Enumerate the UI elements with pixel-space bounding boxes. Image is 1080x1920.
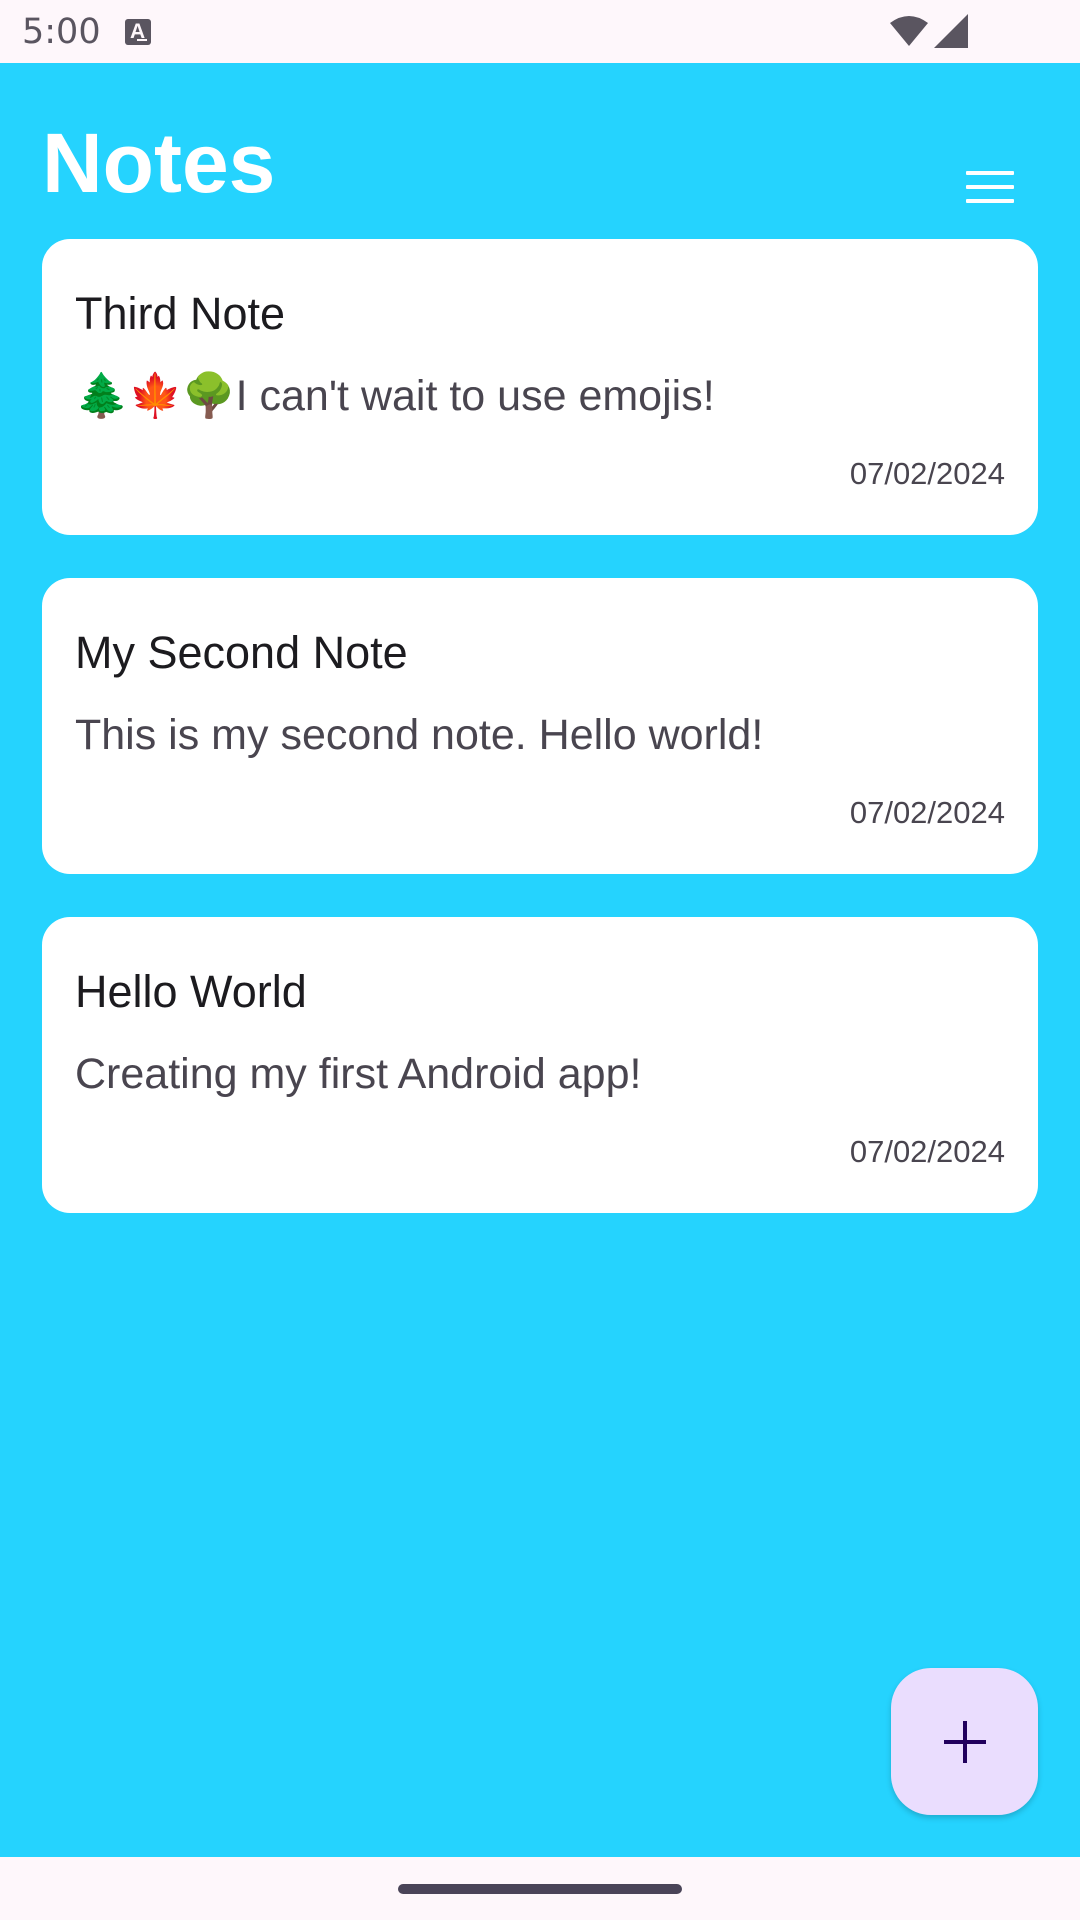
status-time: 5:00: [22, 11, 101, 52]
cell-signal-icon: [934, 14, 968, 48]
note-date: 07/02/2024: [849, 456, 1005, 491]
add-note-button[interactable]: [891, 1668, 1038, 1815]
navigation-bar: [0, 1857, 1080, 1920]
notes-screen: Notes Third Note 🌲🍁🌳I can't wait to use …: [0, 63, 1080, 1857]
plus-icon: [943, 1720, 986, 1763]
note-date: 07/02/2024: [849, 795, 1005, 830]
note-card[interactable]: Hello World Creating my first Android ap…: [42, 917, 1038, 1213]
status-icons: [890, 14, 968, 48]
home-gesture-handle[interactable]: [398, 1884, 682, 1894]
keyboard-a-icon: A: [124, 18, 151, 45]
note-date: 07/02/2024: [849, 1134, 1005, 1169]
note-body: 🌲🍁🌳I can't wait to use emojis!: [75, 372, 715, 420]
note-title: My Second Note: [75, 627, 408, 678]
page-title: Notes: [42, 116, 276, 210]
note-card[interactable]: My Second Note This is my second note. H…: [42, 578, 1038, 874]
app-bar: Notes: [0, 63, 1080, 233]
wifi-icon: [890, 16, 928, 46]
hamburger-menu-icon: [966, 171, 1014, 175]
note-card[interactable]: Third Note 🌲🍁🌳I can't wait to use emojis…: [42, 239, 1038, 535]
note-title: Hello World: [75, 966, 307, 1017]
hamburger-menu-icon-line: [966, 199, 1014, 203]
status-bar: 5:00 A: [0, 0, 1080, 63]
menu-button[interactable]: [952, 149, 1028, 225]
hamburger-menu-icon-line: [966, 185, 1014, 189]
note-body: Creating my first Android app!: [75, 1050, 642, 1098]
note-body: This is my second note. Hello world!: [75, 711, 764, 759]
note-title: Third Note: [75, 288, 286, 339]
